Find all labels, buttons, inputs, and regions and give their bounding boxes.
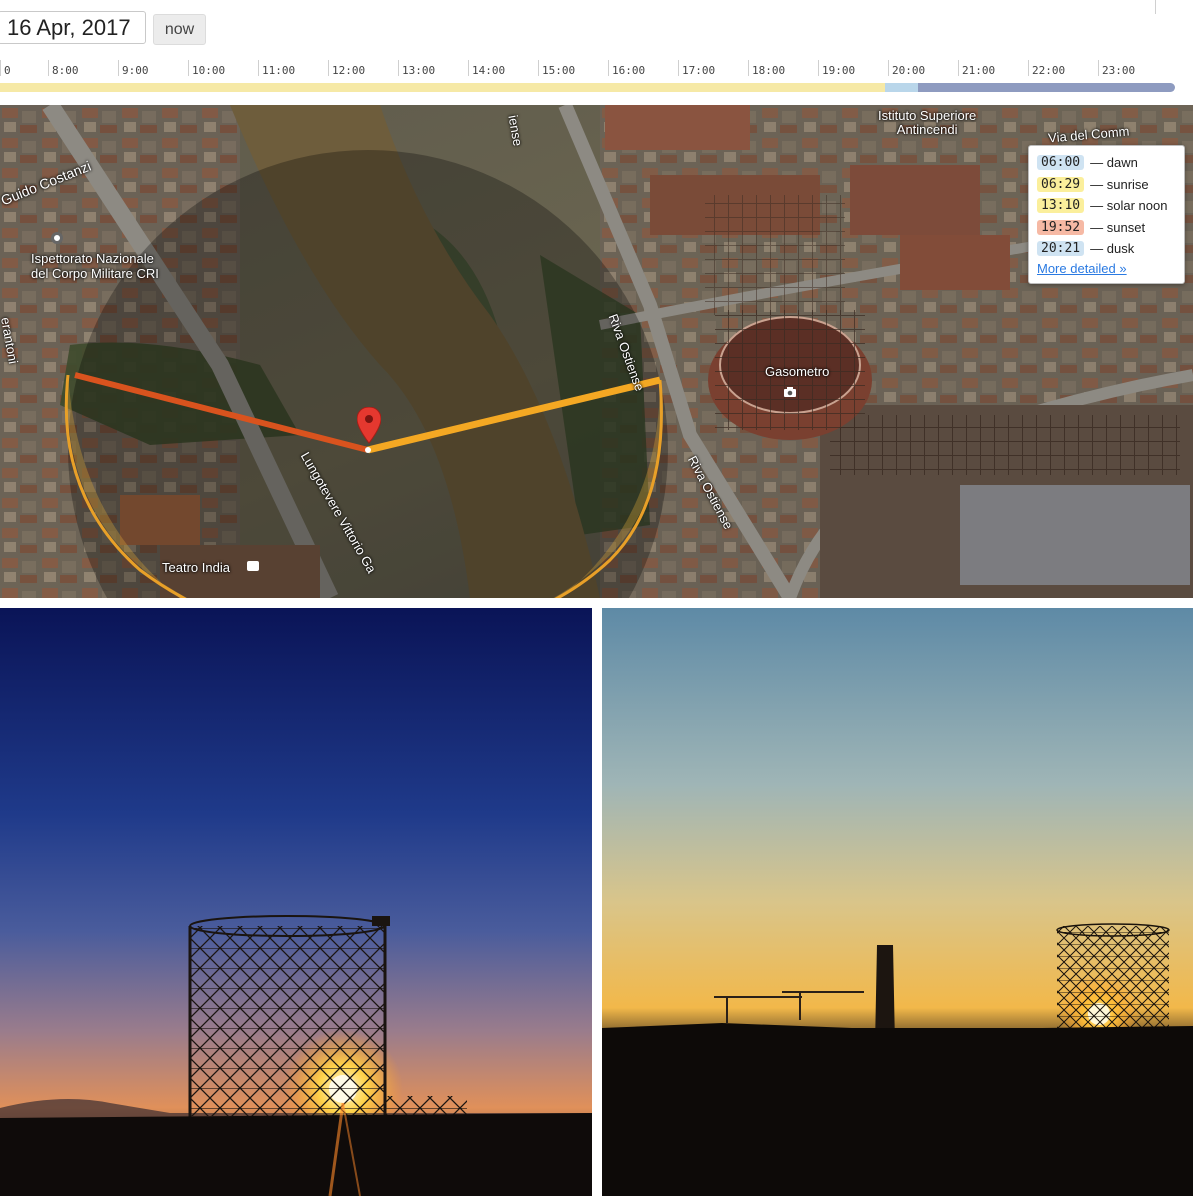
timeline-tick (188, 60, 189, 76)
sun-times-legend: 06:00 — dawn 06:29 — sunrise 13:10 — solar no… (1028, 145, 1185, 284)
sun-position-page: 16 Apr, 2017 now 0 8:00 9:00 10:00 11:00 12:0… (0, 0, 1193, 1200)
timeline-tick (0, 60, 1, 76)
map-imagery (0, 105, 1193, 598)
timeline-hour-label: 10:00 (192, 64, 226, 77)
camera-icon[interactable] (783, 386, 797, 398)
timeline-tick (258, 60, 259, 76)
toolbar-divider (1155, 0, 1156, 14)
legend-row-dawn: 06:00 — dawn (1037, 152, 1184, 174)
legend-row-sunrise: 06:29 — sunrise (1037, 174, 1184, 196)
timeline-tick (398, 60, 399, 76)
map-pin-icon[interactable] (357, 407, 381, 447)
timeline-hour-label: 11:00 (262, 64, 296, 77)
timeline-hour-label: 15:00 (542, 64, 576, 77)
timeline-hour-label: 18:00 (752, 64, 786, 77)
timeline-tick (328, 60, 329, 76)
timeline-hour-label: 23:00 (1102, 64, 1136, 77)
legend-row-dusk: 20:21 — dusk (1037, 238, 1184, 260)
legend-time: 20:21 (1037, 241, 1085, 257)
date-input[interactable]: 16 Apr, 2017 (0, 11, 146, 44)
legend-label: — solar noon (1090, 198, 1168, 214)
timeline-tick (118, 60, 119, 76)
map-label-ispettorato: Ispettorato Nazionale del Corpo Militare… (31, 251, 159, 281)
legend-label: — sunrise (1090, 176, 1149, 192)
night-bar[interactable] (918, 83, 1175, 92)
legend-time: 06:29 (1037, 176, 1085, 192)
map-label-istituto: Istituto Superiore Antincendi (878, 108, 977, 137)
legend-row-solar-noon: 13:10 — solar noon (1037, 195, 1184, 217)
timeline-hour-label: 0 (4, 64, 11, 77)
timeline-hour-label: 21:00 (962, 64, 996, 77)
timeline-hour-label: 8:00 (52, 64, 79, 77)
more-detailed-link[interactable]: More detailed » (1037, 261, 1184, 276)
timeline-tick (888, 60, 889, 76)
timeline-hour-label: 13:00 (402, 64, 436, 77)
timeline-tick (678, 60, 679, 76)
timeline-hour-label: 12:00 (332, 64, 366, 77)
date-toolbar: 16 Apr, 2017 now 0 8:00 9:00 10:00 11:00 12:0… (0, 0, 1193, 105)
legend-label: — dusk (1090, 241, 1135, 257)
timeline-tick (48, 60, 49, 76)
timeline-hour-label: 20:00 (892, 64, 926, 77)
timeline-tick (608, 60, 609, 76)
timeline-tick (748, 60, 749, 76)
sunset-photo-right (602, 608, 1193, 1196)
timeline-tick (1098, 60, 1099, 76)
map-label-teatro-india: Teatro India (162, 560, 230, 575)
map-label-gasometro: Gasometro (765, 364, 830, 379)
timeline-hour-label: 17:00 (682, 64, 716, 77)
legend-label: — sunset (1090, 219, 1146, 235)
legend-label: — dawn (1090, 155, 1138, 171)
legend-time: 06:00 (1037, 155, 1085, 171)
sunset-photo-left (0, 608, 592, 1196)
timeline-hour-label: 22:00 (1032, 64, 1066, 77)
timeline-tick (958, 60, 959, 76)
now-button[interactable]: now (153, 14, 206, 45)
twilight-bar[interactable] (885, 83, 918, 92)
legend-row-sunset: 19:52 — sunset (1037, 217, 1184, 239)
satellite-map[interactable]: Istituto Superiore Antincendi Via del Co… (0, 105, 1193, 598)
theater-icon[interactable] (247, 561, 259, 571)
timeline-tick (538, 60, 539, 76)
legend-time: 13:10 (1037, 198, 1085, 214)
legend-time: 19:52 (1037, 219, 1085, 235)
daylight-bar[interactable] (0, 83, 885, 92)
timeline-hour-label: 9:00 (122, 64, 149, 77)
timeline-hour-label: 16:00 (612, 64, 646, 77)
timeline-hour-label: 19:00 (822, 64, 856, 77)
timeline-tick (1028, 60, 1029, 76)
poi-marker-icon[interactable] (51, 232, 63, 244)
timeline-tick (468, 60, 469, 76)
legend-rows: 06:00 — dawn 06:29 — sunrise 13:10 — solar no… (1037, 152, 1184, 260)
time-slider[interactable]: 0 8:00 9:00 10:00 11:00 12:00 13:00 14:00 15:00 1… (0, 56, 1193, 96)
timeline-tick (818, 60, 819, 76)
timeline-hour-label: 14:00 (472, 64, 506, 77)
